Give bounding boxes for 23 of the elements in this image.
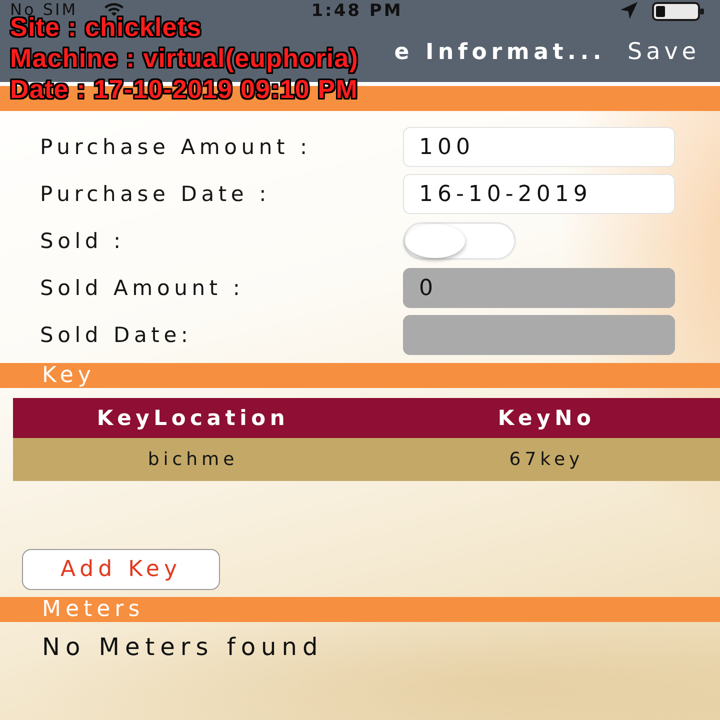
carrier-label: No SIM: [10, 2, 78, 17]
screen-title: e Informat...: [394, 40, 606, 64]
table-cell: 67key: [373, 438, 720, 481]
overlay-stamp-text: Site : chicklets: [10, 16, 202, 38]
add-key-button[interactable]: Add Key: [22, 549, 220, 590]
field-label: Purchase Amount :: [40, 135, 312, 159]
toggle-switch[interactable]: [403, 222, 516, 260]
field-label: Sold Date:: [40, 323, 194, 347]
column-header: KeyLocation: [13, 398, 373, 438]
field-label: Sold :: [40, 229, 126, 253]
location-arrow-icon: [620, 2, 638, 19]
status-time: 1:48 PM: [311, 2, 403, 20]
table-cell: bichme: [13, 438, 373, 481]
input-field[interactable]: 100: [403, 127, 675, 167]
column-header: KeyNo: [373, 398, 720, 438]
section-header: Meters: [0, 597, 720, 622]
field-label: Purchase Date :: [40, 182, 272, 206]
save-button[interactable]: Save: [628, 39, 700, 65]
section-header: Key: [0, 363, 720, 388]
empty-message: No Meters found: [42, 633, 324, 661]
input-field[interactable]: 16-10-2019: [403, 174, 675, 214]
field-label: Sold Amount :: [40, 276, 246, 300]
battery-icon: [652, 2, 704, 21]
